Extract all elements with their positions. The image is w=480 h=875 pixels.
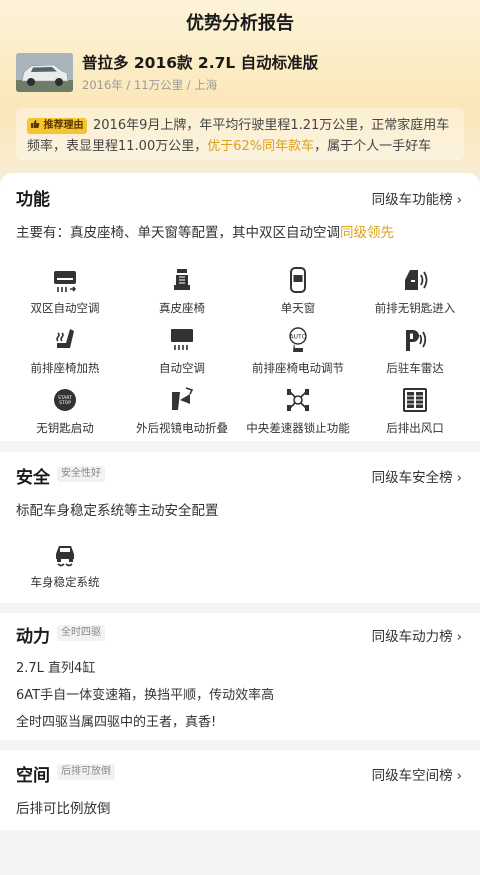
power-ranking-label: 同级车动力榜: [371, 629, 453, 645]
thumbs-up-icon: [31, 120, 40, 128]
car-thumbnail: [16, 53, 73, 92]
feature-label: 后驻车雷达: [386, 361, 444, 375]
diff-lock-icon: [287, 389, 309, 411]
safety-title: 安全: [16, 468, 50, 488]
mirror-fold-icon: [172, 387, 194, 410]
leather-seat-icon: [174, 269, 190, 290]
car-title: 普拉多 2016款 2.7L 自动标准版: [82, 54, 319, 72]
feature-label: 前排座椅电动调节: [252, 361, 344, 375]
space-title: 空间: [16, 766, 50, 786]
seat-heating-icon: [56, 329, 74, 348]
dual-zone-ac-icon: [54, 271, 77, 292]
reason-tag-label: 推荐理由: [43, 120, 84, 131]
feature-label: 双区自动空调: [30, 301, 100, 315]
function-ranking-link[interactable]: 同级车功能榜 ›: [372, 188, 462, 208]
recommend-reason-tag: 推荐理由: [27, 118, 88, 134]
power-transmission: 6AT手自一体变速箱，换挡平顺，传动效率高: [16, 688, 275, 703]
reason-highlight: 优于62%同年款车: [207, 139, 315, 154]
power-drivetrain: 全时四驱当属四驱中的王者，真香!: [16, 715, 217, 730]
space-desc: 后排可比例放倒: [16, 801, 111, 817]
feature-leather-seat: 真皮座椅: [122, 266, 242, 316]
feature-power-seat: AUTO 前排座椅电动调节: [238, 326, 358, 376]
function-desc: 主要有：真皮座椅、单天窗等配置，其中双区自动空调同级领先: [16, 221, 394, 241]
feature-diff-lock: 中央差速器锁止功能: [238, 386, 358, 436]
recommend-reason-text: 2016年9月上牌，年平均行驶里程1.21万公里，正常家庭用车频率，表显里程11…: [27, 115, 455, 159]
safety-ranking-link[interactable]: 同级车安全榜 ›: [372, 466, 462, 486]
auto-ac-icon: [171, 329, 193, 350]
feature-parking-radar: 后驻车雷达: [355, 326, 475, 376]
safety-badge: 安全性好: [57, 466, 105, 482]
feature-keyless-entry: 前排无钥匙进入: [355, 266, 475, 316]
feature-label: 前排座椅加热: [30, 361, 100, 375]
feature-label: 后排出风口: [386, 421, 444, 435]
feature-label: 真皮座椅: [159, 301, 205, 315]
feature-label: 自动空调: [159, 361, 205, 375]
feature-keyless-start: START STOP 无钥匙启动: [5, 386, 125, 436]
feature-auto-ac: 自动空调: [122, 326, 242, 376]
feature-label: 车身稳定系统: [30, 575, 100, 589]
feature-sunroof: 单天窗: [238, 266, 358, 316]
feature-label: 单天窗: [280, 301, 316, 315]
function-ranking-label: 同级车功能榜: [371, 192, 453, 208]
rear-vent-icon: [403, 388, 427, 412]
space-section: 空间 后排可放倒 同级车空间榜 › 后排可比例放倒: [0, 750, 480, 830]
car-meta: 2016年 / 11万公里 / 上海: [82, 78, 218, 92]
chevron-right-icon: ›: [456, 470, 462, 486]
space-ranking-link[interactable]: 同级车空间榜 ›: [372, 764, 462, 784]
power-badge: 全时四驱: [57, 625, 105, 641]
power-seat-icon: AUTO: [289, 327, 307, 352]
function-desc-highlight: 同级领先: [340, 225, 394, 241]
power-title: 动力: [16, 627, 50, 647]
space-ranking-label: 同级车空间榜: [371, 768, 453, 784]
function-section: 功能 同级车功能榜 › 主要有：真皮座椅、单天窗等配置，其中双区自动空调同级领先 …: [0, 173, 480, 441]
safety-ranking-label: 同级车安全榜: [371, 470, 453, 486]
feature-label: 中央差速器锁止功能: [246, 421, 350, 435]
parking-radar-icon: [406, 330, 427, 351]
feature-label: 前排无钥匙进入: [374, 301, 456, 315]
feature-label: 外后视镜电动折叠: [136, 421, 228, 435]
chevron-right-icon: ›: [456, 768, 462, 784]
function-title: 功能: [16, 190, 50, 210]
power-engine: 2.7L 直列4缸: [16, 661, 96, 676]
power-ranking-link[interactable]: 同级车动力榜 ›: [372, 625, 462, 645]
sunroof-icon: [290, 267, 306, 293]
feature-label: 无钥匙启动: [36, 421, 94, 435]
svg-text:STOP: STOP: [59, 400, 71, 406]
page-title: 优势分析报告: [186, 13, 294, 34]
start-stop-button-icon: STARTSTOP: [54, 389, 76, 411]
reason-text-after: ，属于个人一手好车: [314, 139, 432, 154]
power-section: 动力 全时四驱 同级车动力榜 › 2.7L 直列4缸 6AT手自一体变速箱，换挡平…: [0, 613, 480, 740]
safety-section: 安全 安全性好 同级车安全榜 › 标配车身稳定系统等主动安全配置 车身稳定系统: [0, 452, 480, 603]
svg-text:AUTO: AUTO: [290, 334, 307, 341]
chevron-right-icon: ›: [456, 629, 462, 645]
feature-rear-vent: 后排出风口: [355, 386, 475, 436]
safety-desc: 标配车身稳定系统等主动安全配置: [16, 503, 219, 519]
feature-dual-zone-ac: 双区自动空调: [5, 266, 125, 316]
function-desc-text: 主要有：真皮座椅、单天窗等配置，其中双区自动空调: [16, 225, 340, 241]
stability-control-icon: [56, 546, 74, 567]
keyless-entry-icon: [405, 270, 428, 290]
feature-mirror-fold: 外后视镜电动折叠: [122, 386, 242, 436]
feature-seat-heating: 前排座椅加热: [5, 326, 125, 376]
feature-stability-control: 车身稳定系统: [5, 540, 125, 590]
space-badge: 后排可放倒: [57, 764, 115, 780]
chevron-right-icon: ›: [456, 192, 462, 208]
